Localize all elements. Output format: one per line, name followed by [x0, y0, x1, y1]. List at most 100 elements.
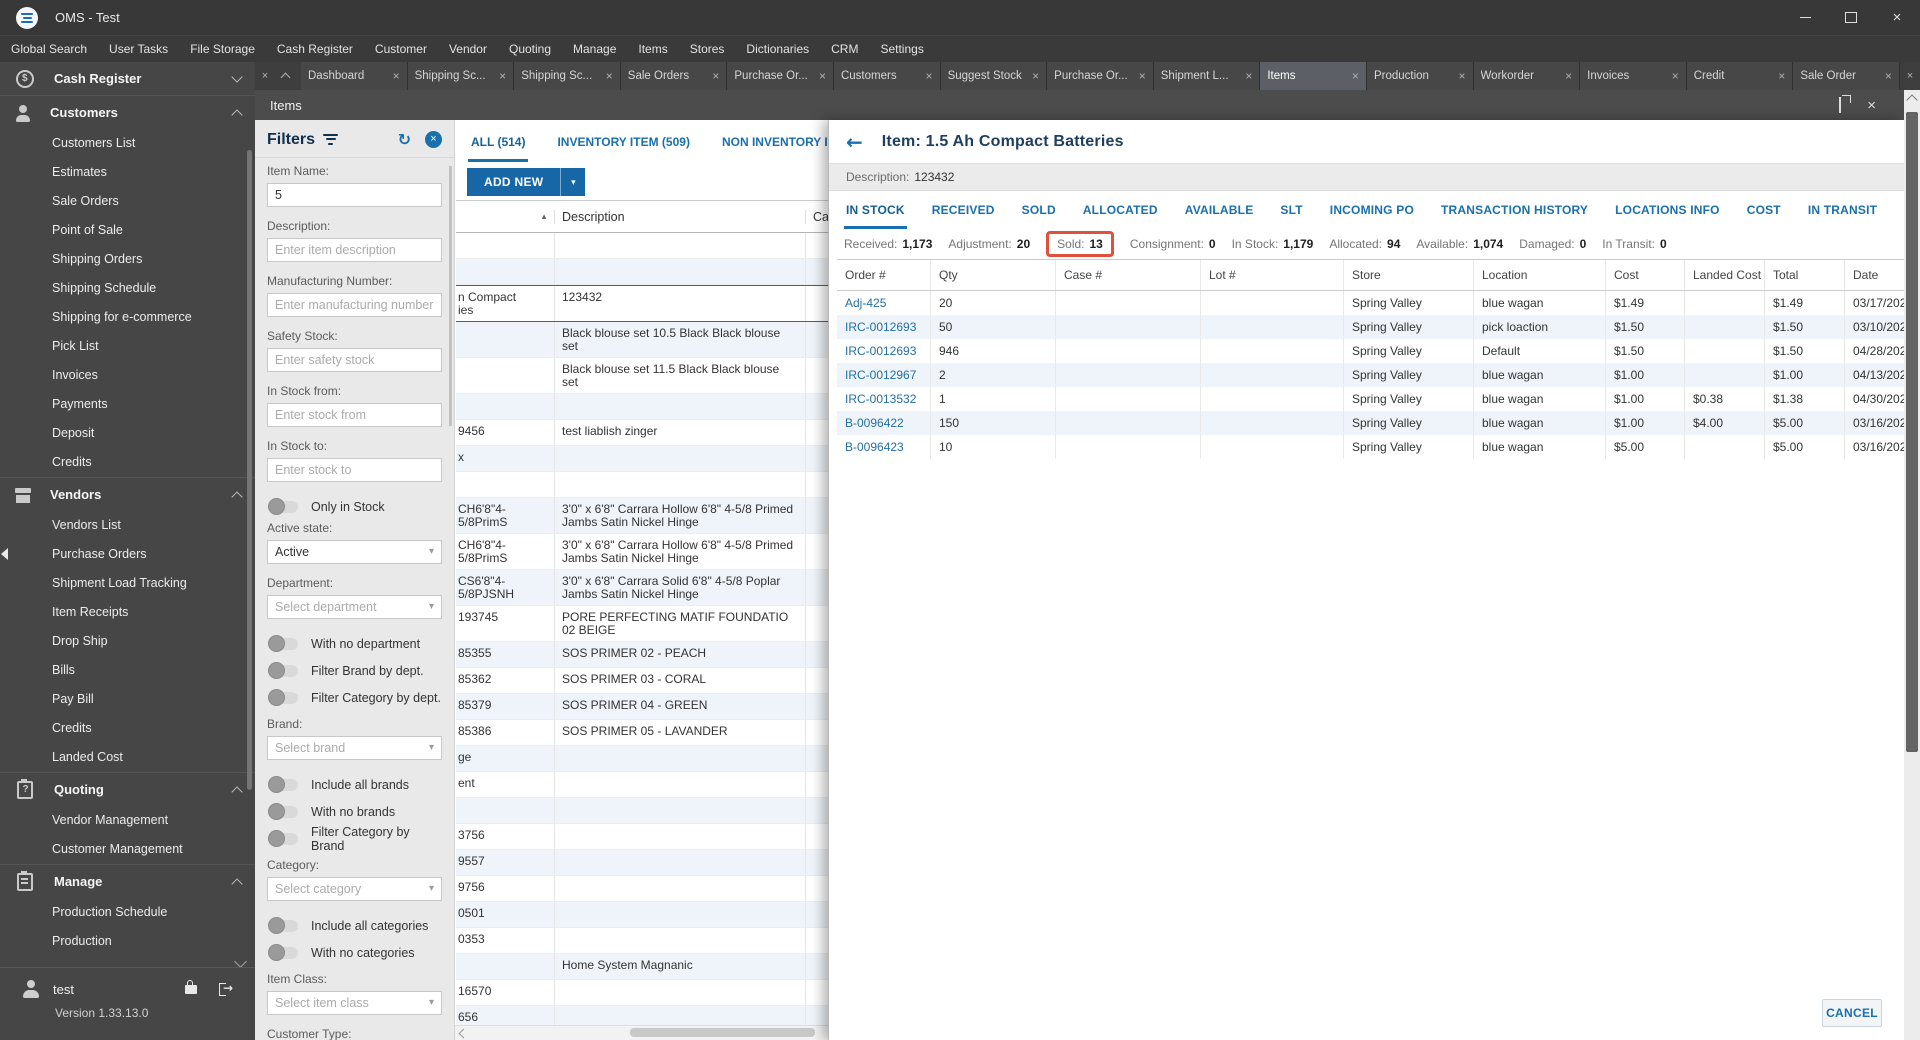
- tab-close-icon[interactable]: ×: [819, 69, 826, 83]
- menu-item[interactable]: Dictionaries: [735, 36, 820, 62]
- close-all-tabs-button[interactable]: ×: [255, 62, 275, 90]
- document-tab[interactable]: Sale Orders ×: [620, 62, 728, 90]
- order-link[interactable]: Adj-425: [837, 291, 931, 315]
- document-tab[interactable]: Production ×: [1366, 62, 1474, 90]
- items-list-tab[interactable]: INVENTORY ITEM (509): [554, 133, 692, 162]
- column-header[interactable]: Order #: [837, 260, 931, 290]
- scrollbar-thumb[interactable]: [1906, 112, 1918, 752]
- include-all-categories-toggle[interactable]: [268, 917, 298, 934]
- brand-select[interactable]: Select brand ▾: [267, 736, 442, 760]
- sidebar-item[interactable]: Customer Management: [0, 835, 255, 864]
- item-detail-tab[interactable]: INCOMING PO: [1328, 191, 1416, 229]
- sidebar-section-header[interactable]: Quoting: [0, 773, 255, 806]
- order-link[interactable]: IRC-0012967: [837, 363, 931, 387]
- tab-close-icon[interactable]: ×: [1672, 69, 1679, 83]
- sidebar-item[interactable]: Customers List: [0, 129, 255, 158]
- sidebar-section-header[interactable]: Manage: [0, 865, 255, 898]
- menu-item[interactable]: CRM: [820, 36, 869, 62]
- in-stock-table-row[interactable]: IRC-0012693 50 Spring Valley pick loacti…: [837, 315, 1905, 339]
- in-stock-table-row[interactable]: B-0096422 150 Spring Valley blue wagan $…: [837, 411, 1905, 435]
- window-minimize-button[interactable]: [1782, 0, 1828, 35]
- cancel-button[interactable]: CANCEL: [1822, 999, 1882, 1027]
- order-link[interactable]: IRC-0012693: [837, 315, 931, 339]
- document-tab[interactable]: Workorder ×: [1473, 62, 1581, 90]
- tab-close-icon[interactable]: ×: [1565, 69, 1572, 83]
- tab-close-icon[interactable]: ×: [499, 69, 506, 83]
- item-detail-tab[interactable]: COST: [1745, 191, 1783, 229]
- in-stock-table-row[interactable]: Adj-425 20 Spring Valley blue wagan $1.4…: [837, 291, 1905, 315]
- sidebar-item[interactable]: Point of Sale: [0, 216, 255, 245]
- add-new-button[interactable]: ADD NEW: [467, 168, 561, 196]
- document-tab[interactable]: Shipping Sc... ×: [407, 62, 515, 90]
- in-stock-table-row[interactable]: IRC-0012967 2 Spring Valley blue wagan $…: [837, 363, 1905, 387]
- menu-item[interactable]: Settings: [869, 36, 934, 62]
- item-detail-tab[interactable]: LOCATIONS INFO: [1613, 191, 1722, 229]
- sidebar-item[interactable]: Purchase Orders: [0, 540, 255, 569]
- item-detail-tab[interactable]: SOLD: [1020, 191, 1058, 229]
- column-header[interactable]: Cost: [1606, 260, 1685, 290]
- sidebar-item[interactable]: Sale Orders: [0, 187, 255, 216]
- column-header[interactable]: Total: [1765, 260, 1845, 290]
- sidebar-item[interactable]: Deposit: [0, 419, 255, 448]
- active-state-select[interactable]: Active ▾: [267, 540, 442, 564]
- order-link[interactable]: B-0096423: [837, 435, 931, 459]
- panel-restore-button[interactable]: [1839, 97, 1842, 113]
- tab-close-icon[interactable]: ×: [1778, 69, 1785, 83]
- safety-stock-input[interactable]: [267, 348, 442, 372]
- tab-close-icon[interactable]: ×: [1885, 69, 1892, 83]
- column-header[interactable]: Case #: [1056, 260, 1201, 290]
- filter-category-by-dept-toggle[interactable]: [268, 689, 298, 706]
- tab-close-icon[interactable]: ×: [1245, 69, 1252, 83]
- filter-category-by-brand-toggle[interactable]: [268, 830, 298, 847]
- item-detail-tab[interactable]: RECEIVED: [930, 191, 997, 229]
- items-list-tab[interactable]: ALL (514): [468, 133, 529, 162]
- tab-close-icon[interactable]: ×: [1032, 69, 1039, 83]
- item-detail-tab[interactable]: IN TRANSIT: [1806, 191, 1879, 229]
- tab-close-icon[interactable]: ×: [926, 69, 933, 83]
- department-select[interactable]: Select department ▾: [267, 595, 442, 619]
- only-in-stock-toggle[interactable]: [268, 498, 298, 515]
- in-stock-table-row[interactable]: IRC-0012693 946 Spring Valley Default $1…: [837, 339, 1905, 363]
- with-no-categories-toggle[interactable]: [268, 944, 298, 961]
- order-link[interactable]: IRC-0013532: [837, 387, 931, 411]
- window-maximize-button[interactable]: [1828, 0, 1874, 35]
- filters-close-icon[interactable]: ×: [425, 131, 442, 148]
- sidebar-item[interactable]: Invoices: [0, 361, 255, 390]
- document-tab[interactable]: Suggest Stock ×: [940, 62, 1048, 90]
- sidebar-item[interactable]: Pick List: [0, 332, 255, 361]
- order-link[interactable]: B-0096422: [837, 411, 931, 435]
- sidebar-scrollbar[interactable]: [247, 150, 252, 790]
- scroll-left-icon[interactable]: [458, 1028, 469, 1039]
- document-tab[interactable]: Customers ×: [833, 62, 941, 90]
- column-header[interactable]: Qty: [931, 260, 1056, 290]
- include-all-brands-toggle[interactable]: [268, 776, 298, 793]
- document-tab[interactable]: Items ×: [1260, 62, 1367, 90]
- sidebar-item[interactable]: Credits: [0, 448, 255, 477]
- menu-item[interactable]: Quoting: [498, 36, 562, 62]
- item-class-select[interactable]: Select item class ▾: [267, 991, 442, 1015]
- sidebar-item[interactable]: Production Schedule: [0, 898, 255, 927]
- sidebar-item[interactable]: Shipping Orders: [0, 245, 255, 274]
- item-detail-tab[interactable]: TRANSACTION HISTORY: [1439, 191, 1590, 229]
- document-tab[interactable]: Shipping Sc... ×: [514, 62, 621, 90]
- sidebar-item[interactable]: Shipment Load Tracking: [0, 569, 255, 598]
- sidebar-item[interactable]: Landed Cost: [0, 743, 255, 772]
- menu-item[interactable]: Customer: [364, 36, 438, 62]
- sidebar-section-header[interactable]: Customers: [0, 96, 255, 129]
- document-tab[interactable]: Credit ×: [1686, 62, 1794, 90]
- item-detail-tab[interactable]: IN STOCK: [844, 191, 907, 229]
- window-close-button[interactable]: ×: [1874, 0, 1920, 35]
- logout-icon[interactable]: [219, 982, 233, 996]
- column-header[interactable]: Store: [1344, 260, 1474, 290]
- document-tab[interactable]: Dashboard ×: [301, 62, 408, 90]
- sidebar-item[interactable]: Credits: [0, 714, 255, 743]
- sidebar-section-header[interactable]: Cash Register: [0, 62, 255, 95]
- sidebar-item[interactable]: Shipping for e-commerce: [0, 303, 255, 332]
- menu-item[interactable]: Stores: [679, 36, 736, 62]
- tab-close-icon[interactable]: ×: [1352, 69, 1359, 83]
- description-column-header[interactable]: Description: [554, 209, 805, 224]
- menu-item[interactable]: Items: [627, 36, 678, 62]
- in-stock-from-input[interactable]: [267, 403, 442, 427]
- document-tab[interactable]: Purchase Or... ×: [1047, 62, 1154, 90]
- item-detail-tab[interactable]: ALLOCATED: [1081, 191, 1160, 229]
